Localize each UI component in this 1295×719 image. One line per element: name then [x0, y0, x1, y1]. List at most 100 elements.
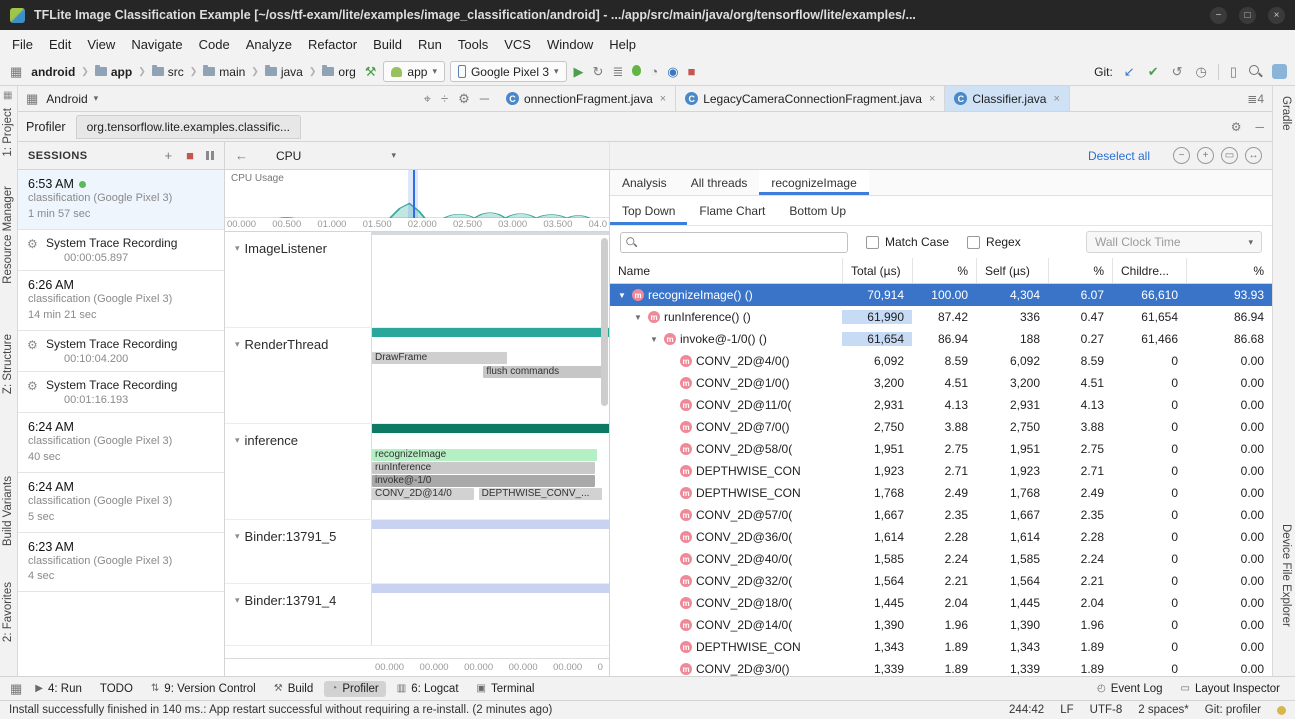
toolwindow-9-version-control[interactable]: ⇅9: Version Control — [144, 681, 263, 697]
breadcrumb-android[interactable]: android — [29, 64, 77, 80]
coverage-button[interactable]: ≣ — [610, 64, 625, 80]
profiler-settings-icon[interactable]: ⚙ — [1231, 120, 1242, 134]
reset-zoom-icon[interactable]: ▭ — [1221, 147, 1238, 164]
toolwindow-build[interactable]: ⚒Build — [267, 681, 321, 697]
call-tree-row[interactable]: ▼mCONV_2D@7/0()2,7503.882,7503.8800.00 — [610, 416, 1272, 438]
menu-item-edit[interactable]: Edit — [41, 33, 79, 56]
project-stripe-icon[interactable]: ▦ — [3, 90, 12, 101]
expand-arrow-icon[interactable]: ▼ — [616, 291, 628, 300]
deselect-all-link[interactable]: Deselect all — [1088, 149, 1150, 163]
subtab-bottom-up[interactable]: Bottom Up — [777, 196, 858, 225]
locate-file-icon[interactable]: ⌖ — [422, 91, 433, 107]
tool-stripe-device-file-explorer[interactable]: Device File Explorer — [1278, 524, 1292, 627]
expand-arrow-icon[interactable]: ▼ — [648, 335, 660, 344]
trace-span[interactable]: flush commands — [483, 366, 604, 378]
expand-arrow-icon[interactable]: ▼ — [632, 313, 644, 322]
column-header-self[interactable]: Self (µs) — [976, 258, 1048, 283]
breadcrumb-java[interactable]: java — [263, 64, 305, 80]
recording-entry[interactable]: ⚙System Trace Recording00:00:05.897 — [18, 230, 224, 271]
tool-stripe-z-structure[interactable]: Z: Structure — [2, 334, 16, 394]
debug-button[interactable] — [630, 64, 643, 79]
collapse-arrow-icon[interactable]: ▾ — [235, 243, 240, 254]
thread-label[interactable]: ▾RenderThread — [225, 328, 372, 423]
column-header-name[interactable]: Name — [610, 258, 842, 283]
call-tree-row[interactable]: ▼mDEPTHWISE_CON1,9232.711,9232.7100.00 — [610, 460, 1272, 482]
git-commit-button[interactable]: ✔ — [1146, 64, 1161, 80]
breadcrumb-src[interactable]: src — [150, 64, 186, 80]
trace-span[interactable]: invoke@-1/0 — [372, 475, 595, 487]
search-everywhere-icon[interactable] — [1248, 64, 1263, 79]
line-ending[interactable]: LF — [1060, 704, 1073, 716]
match-case-checkbox[interactable] — [866, 236, 879, 249]
stop-session-icon[interactable]: ■ — [184, 148, 196, 163]
close-tab-icon[interactable]: × — [1053, 93, 1059, 105]
status-message[interactable]: Install successfully finished in 140 ms.… — [9, 704, 991, 716]
call-tree-row[interactable]: ▼mCONV_2D@36/0(1,6142.281,6142.2800.00 — [610, 526, 1272, 548]
subtab-top-down[interactable]: Top Down — [610, 196, 687, 225]
thread-track[interactable] — [372, 232, 609, 327]
zoom-out-icon[interactable]: − — [1173, 147, 1190, 164]
column-header-self-pct[interactable]: % — [1048, 258, 1112, 283]
regex-option[interactable]: Regex — [967, 235, 1021, 249]
attach-debugger-button[interactable]: ◉ — [665, 64, 680, 80]
trace-span[interactable]: recognizeImage — [372, 449, 597, 461]
toolwindow-6-logcat[interactable]: ▥6: Logcat — [390, 681, 466, 697]
tab-recognizeimage[interactable]: recognizeImage — [759, 170, 868, 195]
column-header-children[interactable]: Childre... — [1112, 258, 1186, 283]
thread-label[interactable]: ▾inference — [225, 424, 372, 519]
breadcrumb-app[interactable]: app — [93, 64, 134, 80]
call-tree-row[interactable]: ▼mDEPTHWISE_CON1,7682.491,7682.4900.00 — [610, 482, 1272, 504]
build-hammer-icon[interactable]: ⚒ — [363, 64, 379, 80]
zoom-in-icon[interactable]: + — [1197, 147, 1214, 164]
add-session-icon[interactable]: + — [163, 148, 175, 163]
toolwindow-terminal[interactable]: ▣Terminal — [470, 681, 542, 697]
run-configuration-select[interactable]: app ▾ — [383, 61, 445, 82]
menu-item-build[interactable]: Build — [365, 33, 410, 56]
trace-span[interactable]: runInference — [372, 462, 595, 474]
toolwindow-4-run[interactable]: ▶4: Run — [28, 681, 89, 697]
collapse-arrow-icon[interactable]: ▾ — [235, 531, 240, 542]
column-header-total[interactable]: Total (µs) — [842, 258, 912, 283]
collapse-arrow-icon[interactable]: ▾ — [235, 595, 240, 606]
breadcrumb-main[interactable]: main — [201, 64, 247, 80]
thread-track[interactable] — [372, 520, 609, 583]
close-tab-icon[interactable]: × — [660, 93, 666, 105]
editor-tab-legacycameraconnectionfragment-java[interactable]: CLegacyCameraConnectionFragment.java× — [676, 86, 945, 111]
profiler-hide-icon[interactable]: ─ — [1255, 120, 1264, 134]
project-view-selector[interactable]: Android — [46, 92, 87, 106]
session-entry[interactable]: 6:26 AMclassification (Google Pixel 3)14… — [18, 271, 224, 331]
session-entry[interactable]: 6:23 AMclassification (Google Pixel 3)4 … — [18, 533, 224, 593]
avatar[interactable] — [1272, 64, 1287, 79]
trace-span[interactable]: DrawFrame — [372, 352, 507, 364]
menu-item-window[interactable]: Window — [539, 33, 601, 56]
call-tree-row[interactable]: ▼mCONV_2D@3/0()1,3391.891,3391.8900.00 — [610, 658, 1272, 676]
profile-button[interactable]: ◔ — [648, 64, 660, 79]
call-tree-row[interactable]: ▼mCONV_2D@18/0(1,4452.041,4452.0400.00 — [610, 592, 1272, 614]
call-tree-row[interactable]: ▼mCONV_2D@4/0()6,0928.596,0928.5900.00 — [610, 350, 1272, 372]
thread-track[interactable] — [372, 584, 609, 645]
back-arrow-icon[interactable]: ← — [233, 148, 250, 163]
zoom-to-selection-icon[interactable]: ↔ — [1245, 147, 1262, 164]
device-manager-button[interactable]: ▯ — [1228, 64, 1239, 80]
toolwindow-layout-inspector[interactable]: ▭Layout Inspector — [1174, 681, 1287, 697]
menu-item-run[interactable]: Run — [410, 33, 450, 56]
menu-item-tools[interactable]: Tools — [450, 33, 496, 56]
apply-changes-button[interactable]: ↻ — [591, 64, 606, 80]
menu-item-file[interactable]: File — [4, 33, 41, 56]
stop-button[interactable]: ■ — [686, 64, 698, 79]
menu-item-vcs[interactable]: VCS — [496, 33, 539, 56]
tool-stripe-gradle[interactable]: Gradle — [1278, 96, 1292, 131]
call-tree-row[interactable]: ▼mDEPTHWISE_CON1,3431.891,3431.8900.00 — [610, 636, 1272, 658]
call-tree-row[interactable]: ▼mCONV_2D@11/0(2,9314.132,9314.1300.00 — [610, 394, 1272, 416]
git-branch[interactable]: Git: profiler — [1205, 704, 1261, 716]
profiler-process-tab[interactable]: org.tensorflow.lite.examples.classific..… — [76, 115, 301, 139]
tool-stripe-build-variants[interactable]: Build Variants — [2, 476, 16, 546]
session-entry[interactable]: 6:24 AMclassification (Google Pixel 3)40… — [18, 413, 224, 473]
menu-item-help[interactable]: Help — [601, 33, 644, 56]
profiler-view-select[interactable]: CPU ▾ — [276, 149, 396, 163]
menu-item-code[interactable]: Code — [191, 33, 238, 56]
thread-track[interactable]: recognizeImagerunInferenceinvoke@-1/0CON… — [372, 424, 609, 519]
subtab-flame-chart[interactable]: Flame Chart — [687, 196, 777, 225]
indent-style[interactable]: 2 spaces* — [1138, 704, 1189, 716]
project-settings-icon[interactable]: ⚙ — [456, 91, 472, 107]
